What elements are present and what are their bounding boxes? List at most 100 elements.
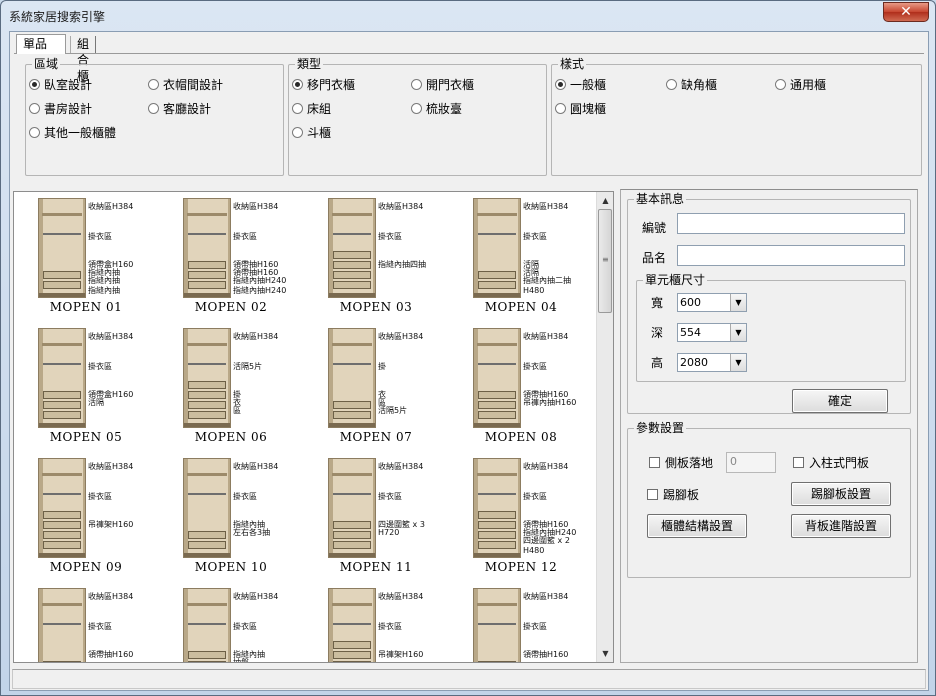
basic-info-title: 基本訊息 xyxy=(634,192,687,206)
cabinet-image xyxy=(38,328,86,428)
annotation-label: 活隔5片 xyxy=(233,362,263,371)
embedded-door-checkbox[interactable]: 入柱式門板 xyxy=(793,456,869,470)
backboard-settings-button[interactable]: 背板進階設置 xyxy=(791,514,891,538)
kickboard-settings-button[interactable]: 踢腳板設置 xyxy=(791,482,891,506)
annotation-label: 收納區H384 xyxy=(523,592,569,601)
product-thumbnail[interactable]: 收納區H384 掛衣區 指縫內抽四抽 MOPEN 03 xyxy=(306,194,446,318)
product-thumbnail[interactable]: 收納區H384 掛衣區 活隔 活隔 指縫內抽二抽 H480 MOPEN 04 xyxy=(451,194,591,318)
annotation-label: 四邊圍籃 x 2 xyxy=(523,536,570,545)
product-thumbnail[interactable]: 收納區H384 掛衣區 指縫內抽 左右各3抽 MOPEN 10 xyxy=(161,454,301,578)
width-label: 寬 xyxy=(651,296,664,310)
radio-style-general[interactable]: 一般櫃 xyxy=(555,77,606,93)
product-thumbnail[interactable]: 收納區H384 掛衣區 領帶抽H160 吊褲內抽H160 MOPEN 08 xyxy=(451,324,591,448)
product-caption: MOPEN 06 xyxy=(194,430,268,444)
style-group-title: 樣式 xyxy=(558,57,587,71)
radio-area-study[interactable]: 書房設計 xyxy=(29,101,92,117)
scroll-down-icon[interactable]: ▼ xyxy=(597,645,613,662)
product-thumbnail[interactable]: 收納區H384 掛衣區 指縫內抽 抽盤 xyxy=(161,584,301,662)
scroll-up-icon[interactable]: ▲ xyxy=(597,192,613,209)
dropdown-arrow-icon[interactable]: ▼ xyxy=(730,354,746,371)
product-thumbnail[interactable]: 收納區H384 掛衣區 吊褲架H160 xyxy=(306,584,446,662)
radio-area-other[interactable]: 其他一般櫃體 xyxy=(29,125,116,141)
tab-single-item[interactable]: 單品 xyxy=(16,34,66,54)
radio-type-bed-set[interactable]: 床組 xyxy=(292,101,331,117)
annotation-label: 指縫內抽四抽 xyxy=(378,260,426,269)
product-thumbnail[interactable]: 收納區H384 掛衣區 領帶抽H160 xyxy=(16,584,156,662)
close-icon: ✕ xyxy=(900,4,912,20)
height-label: 高 xyxy=(651,356,664,370)
depth-label: 深 xyxy=(651,326,664,340)
kickboard-checkbox[interactable]: 踢腳板 xyxy=(647,488,699,502)
radio-style-round-block[interactable]: 圓塊櫃 xyxy=(555,101,606,117)
radio-type-dresser[interactable]: 梳妝臺 xyxy=(411,101,462,117)
radio-area-living-room[interactable]: 客廳設計 xyxy=(148,101,211,117)
radio-style-corner-cut[interactable]: 缺角櫃 xyxy=(666,77,717,93)
title-bar[interactable]: 系統家居搜索引擎 ✕ xyxy=(1,1,935,31)
annotation-label: 活隔 xyxy=(88,398,104,407)
side-floor-checkbox[interactable]: 側板落地 xyxy=(649,456,713,470)
unit-size-title: 單元櫃尺寸 xyxy=(643,273,708,287)
confirm-button[interactable]: 確定 xyxy=(792,389,888,413)
radio-selected-icon xyxy=(555,79,566,90)
radio-icon xyxy=(555,103,566,114)
height-select[interactable]: 2080 ▼ xyxy=(677,353,747,372)
radio-label: 一般櫃 xyxy=(570,78,607,92)
scroll-thumb[interactable]: ≡ xyxy=(598,209,612,313)
radio-label: 衣帽間設計 xyxy=(163,78,224,92)
close-button[interactable]: ✕ xyxy=(883,2,929,22)
code-input[interactable] xyxy=(677,213,905,234)
annotation-label: 收納區H384 xyxy=(378,332,424,341)
product-thumbnail[interactable]: 收納區H384 掛衣區 領帶抽H160 領帶抽H160 指縫內抽H240 指縫內抽H240… xyxy=(161,194,301,318)
annotation-label: 吊褲架H160 xyxy=(378,650,424,659)
annotation-label: 收納區H384 xyxy=(233,462,279,471)
product-gallery[interactable]: 收納區H384 掛衣區 領帶盒H160 指縫內抽 指縫內抽 指縫內抽 MOPEN 01 收納區… xyxy=(13,191,614,663)
radio-type-sliding-wardrobe[interactable]: 移門衣櫃 xyxy=(292,77,355,93)
annotation-label: 掛衣區 xyxy=(523,362,547,371)
annotation-label: 掛衣區 xyxy=(233,232,257,241)
product-thumbnail[interactable]: 收納區H384 掛衣區 四邊圍籃 x 3 H720 MOPEN 11 xyxy=(306,454,446,578)
unit-size-group: 單元櫃尺寸 寬 600 ▼ 深 554 ▼ 高 2080 ▼ xyxy=(636,273,906,382)
radio-area-closet[interactable]: 衣帽間設計 xyxy=(148,77,223,93)
code-label: 編號 xyxy=(642,221,667,235)
depth-select[interactable]: 554 ▼ xyxy=(677,323,747,342)
annotation-label: 收納區H384 xyxy=(233,202,279,211)
name-input[interactable] xyxy=(677,245,905,266)
radio-label: 通用櫃 xyxy=(790,78,827,92)
gallery-scrollbar[interactable]: ▲ ≡ ▼ xyxy=(596,192,613,662)
side-floor-input[interactable]: 0 xyxy=(726,452,776,473)
annotation-label: 收納區H384 xyxy=(378,462,424,471)
checkbox-label: 側板落地 xyxy=(665,456,714,470)
product-caption: MOPEN 09 xyxy=(49,560,123,574)
product-thumbnail[interactable]: 收納區H384 掛衣區 領帶抽H160 xyxy=(451,584,591,662)
tab-combination-cabinet[interactable]: 組合櫃 xyxy=(70,36,97,83)
annotation-label: 掛衣區 xyxy=(378,622,402,631)
type-group: 類型 移門衣櫃 開門衣櫃 床組 梳妝臺 斗櫃 xyxy=(288,57,547,176)
params-title: 參數設置 xyxy=(634,421,687,435)
radio-selected-icon xyxy=(29,79,40,90)
annotation-label: 收納區H384 xyxy=(523,462,569,471)
product-caption: MOPEN 02 xyxy=(194,300,268,314)
product-thumbnail[interactable]: 收納區H384 掛衣區 吊褲架H160 MOPEN 09 xyxy=(16,454,156,578)
radio-area-bedroom[interactable]: 臥室設計 xyxy=(29,77,92,93)
product-thumbnail[interactable]: 收納區H384 掛衣區 領帶盒H160 活隔 MOPEN 05 xyxy=(16,324,156,448)
annotation-label: 掛衣區 xyxy=(88,492,112,501)
structure-settings-button[interactable]: 櫃體結構設置 xyxy=(647,514,747,538)
radio-type-hinged-wardrobe[interactable]: 開門衣櫃 xyxy=(411,77,474,93)
annotation-label: H480 xyxy=(523,286,545,295)
product-thumbnail[interactable]: 收納區H384 掛衣區 領帶抽H160 指縫內抽H240 四邊圍籃 x 2 H480 MOP… xyxy=(451,454,591,578)
cabinet-image xyxy=(473,198,521,298)
product-thumbnail[interactable]: 收納區H384 活隔5片掛衣區 MOPEN 06 xyxy=(161,324,301,448)
dropdown-arrow-icon[interactable]: ▼ xyxy=(730,294,746,311)
radio-label: 開門衣櫃 xyxy=(426,78,475,92)
product-thumbnail[interactable]: 收納區H384 掛衣區活隔5片 MOPEN 07 xyxy=(306,324,446,448)
annotation-label: 指縫內抽H240 xyxy=(233,286,287,295)
radio-type-chest[interactable]: 斗櫃 xyxy=(292,125,331,141)
width-select[interactable]: 600 ▼ xyxy=(677,293,747,312)
radio-icon xyxy=(666,79,677,90)
cabinet-image xyxy=(328,198,376,298)
annotation-label: 指縫內抽 xyxy=(88,286,120,295)
annotation-label: 掛衣區 xyxy=(378,232,402,241)
radio-style-universal[interactable]: 通用櫃 xyxy=(775,77,826,93)
dropdown-arrow-icon[interactable]: ▼ xyxy=(730,324,746,341)
product-thumbnail[interactable]: 收納區H384 掛衣區 領帶盒H160 指縫內抽 指縫內抽 指縫內抽 MOPEN 01 xyxy=(16,194,156,318)
